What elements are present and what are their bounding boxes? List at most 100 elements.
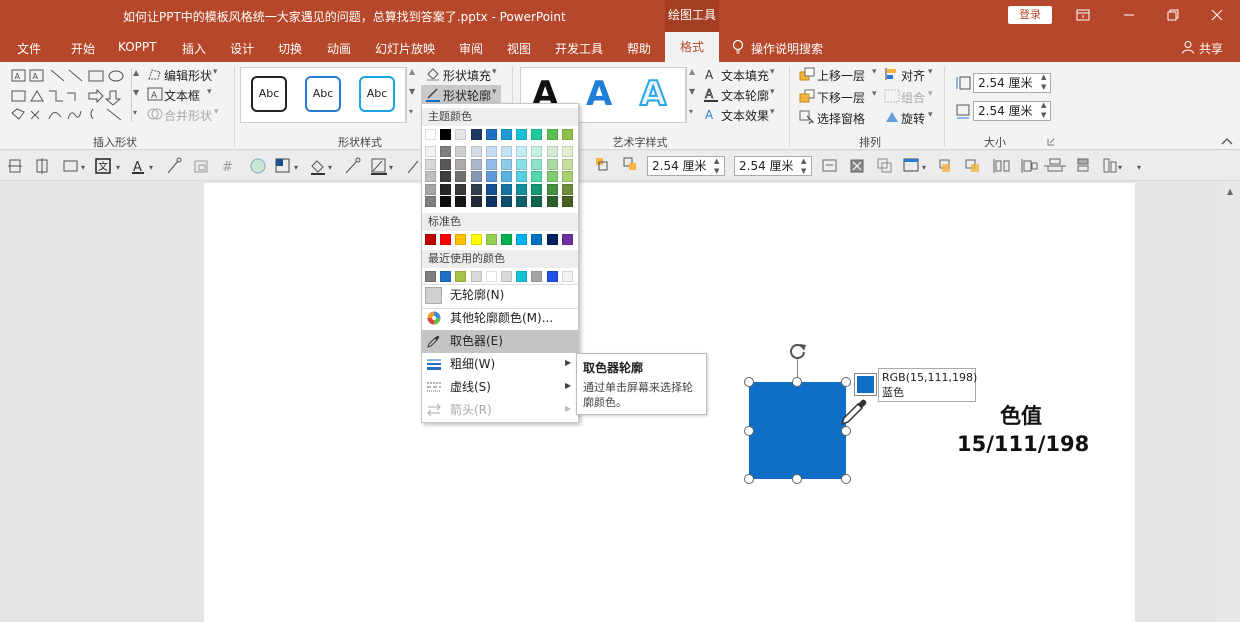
tab-design[interactable]: 设计: [230, 40, 254, 57]
align-button[interactable]: 对齐: [901, 67, 925, 84]
color-swatch[interactable]: [561, 234, 573, 245]
wordart-preview[interactable]: A: [639, 73, 667, 115]
color-swatch[interactable]: [425, 271, 436, 282]
rotate-dropdown-icon[interactable]: ▾: [928, 110, 933, 120]
resize-handle[interactable]: [792, 377, 802, 387]
color-swatch[interactable]: [546, 146, 558, 157]
login-button[interactable]: 登录: [1008, 6, 1052, 24]
rotate-handle-icon[interactable]: [787, 341, 809, 361]
color-swatch[interactable]: [485, 158, 497, 170]
no-outline-item[interactable]: 无轮廓(N): [422, 284, 578, 307]
color-swatch[interactable]: [531, 234, 543, 245]
color-swatch[interactable]: [440, 158, 452, 170]
color-swatch[interactable]: [485, 146, 497, 157]
color-swatch[interactable]: [501, 183, 512, 195]
color-swatch[interactable]: [516, 183, 528, 195]
tab-animations[interactable]: 动画: [327, 40, 351, 57]
tab-review[interactable]: 审阅: [459, 40, 483, 57]
ribbon-display-icon[interactable]: [1075, 7, 1091, 23]
shape-width-input[interactable]: 2.54 厘米: [973, 101, 1051, 121]
color-swatch[interactable]: [546, 234, 558, 245]
merge-shapes-dropdown-icon[interactable]: ▾: [214, 107, 219, 117]
tab-home[interactable]: 开始: [71, 40, 95, 57]
tab-transitions[interactable]: 切换: [278, 40, 302, 57]
color-swatch[interactable]: [561, 129, 573, 140]
color-swatch[interactable]: [425, 146, 436, 157]
color-swatch[interactable]: [440, 234, 452, 245]
text-effects-button[interactable]: 文本效果: [721, 107, 769, 124]
shape-gallery-scroll[interactable]: ▲ ▼ ▾: [131, 68, 141, 122]
color-swatch[interactable]: [470, 183, 482, 195]
tell-me-search[interactable]: 操作说明搜索: [751, 40, 823, 57]
color-swatch[interactable]: [516, 271, 528, 282]
color-swatch[interactable]: [425, 234, 436, 245]
group-dropdown-icon[interactable]: ▾: [928, 89, 933, 99]
color-swatch[interactable]: [440, 196, 452, 208]
shape-style-preview[interactable]: Abc: [359, 76, 395, 112]
tab-insert[interactable]: 插入: [182, 40, 206, 57]
color-swatch[interactable]: [501, 146, 512, 157]
shape-outline-button[interactable]: 形状轮廓: [443, 87, 491, 104]
shape-fill-dropdown-icon[interactable]: ▾: [492, 67, 497, 77]
drawing-toolbar-arrange-icons[interactable]: [578, 151, 642, 181]
color-swatch[interactable]: [546, 129, 558, 140]
slide-label-title[interactable]: 色值: [1000, 400, 1042, 430]
shape-height-spinner[interactable]: ▲ ▼: [1041, 72, 1046, 92]
send-backward-button[interactable]: 下移一层: [817, 89, 865, 106]
selected-rectangle-shape[interactable]: [749, 382, 846, 479]
color-swatch[interactable]: [455, 158, 467, 170]
shape-gallery[interactable]: A A: [9, 67, 131, 123]
color-swatch[interactable]: [485, 271, 497, 282]
color-swatch[interactable]: [501, 271, 512, 282]
bring-forward-button[interactable]: 上移一层: [817, 67, 865, 84]
color-swatch[interactable]: [440, 129, 452, 140]
color-swatch[interactable]: [485, 129, 497, 140]
color-swatch[interactable]: [455, 196, 467, 208]
text-fill-dropdown-icon[interactable]: ▾: [770, 67, 775, 77]
resize-handle[interactable]: [841, 377, 851, 387]
color-swatch[interactable]: [470, 129, 482, 140]
color-swatch[interactable]: [561, 158, 573, 170]
color-swatch[interactable]: [561, 271, 573, 282]
drawing-toolbar-left-icons[interactable]: ▾ 文 ▾ A ▾ # ▾ ▾ ▾: [0, 151, 420, 181]
color-swatch[interactable]: [440, 146, 452, 157]
color-swatch[interactable]: [455, 271, 467, 282]
more-outline-colors-item[interactable]: 其他轮廓颜色(M)...: [422, 307, 578, 330]
group-button[interactable]: 组合: [901, 89, 925, 106]
text-fill-button[interactable]: 文本填充: [721, 67, 769, 84]
collapse-ribbon-icon[interactable]: [1221, 137, 1233, 145]
color-swatch[interactable]: [546, 158, 558, 170]
send-backward-dropdown-icon[interactable]: ▾: [872, 89, 877, 99]
wordart-gallery-scroll[interactable]: ▲ ▼ ▾: [686, 67, 698, 123]
color-swatch[interactable]: [470, 146, 482, 157]
drawing-toolbar-right-icons[interactable]: ▾ ▾ ▾: [818, 151, 1148, 181]
text-box-button[interactable]: 文本框: [164, 87, 200, 104]
shape-outline-dropdown-icon[interactable]: ▾: [492, 87, 497, 97]
color-swatch[interactable]: [501, 234, 512, 245]
resize-handle[interactable]: [792, 474, 802, 484]
color-swatch[interactable]: [561, 171, 573, 183]
color-swatch[interactable]: [470, 158, 482, 170]
restore-icon[interactable]: [1165, 7, 1181, 23]
resize-handle[interactable]: [744, 474, 754, 484]
color-swatch[interactable]: [470, 196, 482, 208]
color-swatch[interactable]: [546, 171, 558, 183]
color-swatch[interactable]: [516, 129, 528, 140]
text-outline-dropdown-icon[interactable]: ▾: [770, 87, 775, 97]
close-icon[interactable]: [1209, 7, 1225, 23]
text-outline-button[interactable]: 文本轮廓: [721, 87, 769, 104]
color-swatch[interactable]: [425, 171, 436, 183]
text-box-dropdown-icon[interactable]: ▾: [207, 87, 212, 97]
color-swatch[interactable]: [455, 234, 467, 245]
color-swatch[interactable]: [531, 129, 543, 140]
shape-style-preview[interactable]: Abc: [251, 76, 287, 112]
color-swatch[interactable]: [425, 158, 436, 170]
color-swatch[interactable]: [425, 183, 436, 195]
resize-handle[interactable]: [841, 474, 851, 484]
tab-help[interactable]: 帮助: [627, 40, 651, 57]
color-swatch[interactable]: [455, 129, 467, 140]
toolbar-width-spinner[interactable]: ▲ ▼: [801, 156, 806, 176]
shape-style-gallery-scroll[interactable]: ▲ ▼ ▾: [406, 67, 418, 123]
color-swatch[interactable]: [455, 183, 467, 195]
arrows-submenu-item[interactable]: 箭头(R): [422, 399, 578, 422]
